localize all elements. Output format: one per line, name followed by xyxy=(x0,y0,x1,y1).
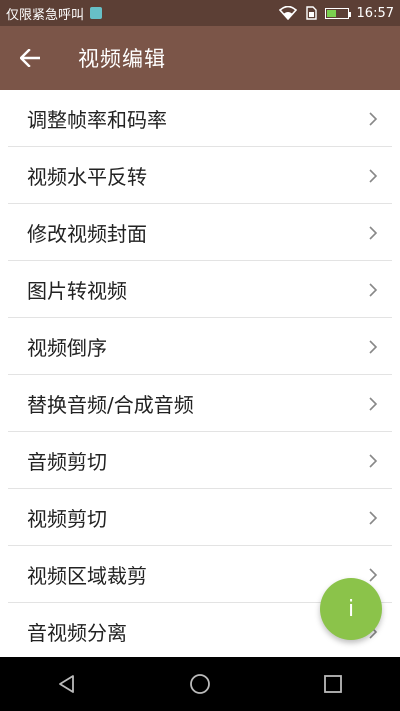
list-item-label: 音频剪切 xyxy=(27,450,107,474)
back-button[interactable] xyxy=(18,46,42,70)
list-item-label: 修改视频封面 xyxy=(27,222,147,246)
list-item[interactable]: 视频水平反转 xyxy=(0,147,400,204)
page-title: 视频编辑 xyxy=(78,47,166,71)
back-triangle-icon xyxy=(58,675,74,693)
clock-text: 16:57 xyxy=(356,5,394,21)
chevron-right-icon xyxy=(369,111,378,126)
chevron-right-icon xyxy=(369,339,378,354)
list-item-label: 音视频分离 xyxy=(27,621,127,645)
menu-list: 调整帧率和码率 视频水平反转 修改视频封面 图片转视频视频倒序替换音频/合成音频 音频剪… xyxy=(0,90,400,657)
arrow-left-icon xyxy=(20,49,40,67)
chevron-right-icon xyxy=(369,453,378,468)
list-item-label: 视频倒序 xyxy=(27,336,107,360)
list-item[interactable]: 调整帧率和码率 xyxy=(0,90,400,147)
status-bar: 仅限紧急呼叫 16:57 xyxy=(0,0,400,26)
list-item[interactable]: 修改视频封面 xyxy=(0,204,400,261)
list-item-label: 替换音频/合成音频 xyxy=(27,393,194,417)
chevron-right-icon xyxy=(369,396,378,411)
system-nav-bar xyxy=(0,657,400,711)
app-bar: 视频编辑 xyxy=(0,26,400,90)
list-item[interactable]: 视频剪切 xyxy=(0,489,400,546)
fab-label: i xyxy=(347,596,355,622)
battery-fill xyxy=(326,9,336,17)
chevron-right-icon xyxy=(369,168,378,183)
list-item-label: 视频剪切 xyxy=(27,507,107,531)
chevron-right-icon xyxy=(369,225,378,240)
list-item-label: 图片转视频 xyxy=(27,279,127,303)
list-item-label: 视频水平反转 xyxy=(27,165,147,189)
list-item[interactable]: 图片转视频 xyxy=(0,261,400,318)
list-item-label: 调整帧率和码率 xyxy=(27,108,167,132)
nav-recents-button[interactable] xyxy=(321,672,345,696)
battery-icon xyxy=(324,7,351,19)
home-circle-icon xyxy=(190,674,210,694)
list-item[interactable]: 音频剪切 xyxy=(0,432,400,489)
chevron-right-icon xyxy=(369,567,378,582)
status-left: 仅限紧急呼叫 xyxy=(6,4,103,23)
list-item-label: 视频区域裁剪 xyxy=(27,564,147,588)
chevron-right-icon xyxy=(369,282,378,297)
list-item[interactable]: 视频倒序 xyxy=(0,318,400,375)
status-right: 16:57 xyxy=(278,5,394,21)
chevron-right-icon xyxy=(369,510,378,525)
sim-card-icon xyxy=(305,6,317,20)
info-fab-button[interactable]: i xyxy=(320,578,382,640)
list-item[interactable]: 替换音频/合成音频 xyxy=(0,375,400,432)
nav-home-button[interactable] xyxy=(188,672,212,696)
nav-back-button[interactable] xyxy=(55,672,79,696)
carrier-text: 仅限紧急呼叫 xyxy=(6,7,85,23)
wifi-icon xyxy=(278,6,297,20)
recents-square-icon xyxy=(324,675,343,693)
sim-badge-icon xyxy=(90,7,103,19)
